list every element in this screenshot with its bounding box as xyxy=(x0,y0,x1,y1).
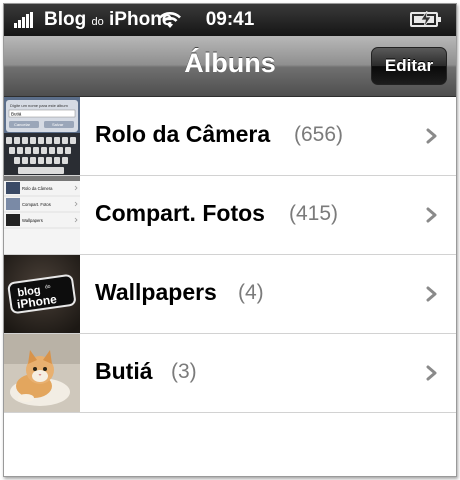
svg-text:Rolo da Câmera: Rolo da Câmera xyxy=(22,186,53,191)
album-row-rolo-da-camera[interactable]: Digite um nome para este álbum Butiá Can… xyxy=(4,97,456,176)
status-clock: 09:41 xyxy=(205,9,255,30)
navigation-bar: Álbuns Editar xyxy=(4,36,456,97)
album-count: (415) xyxy=(289,202,339,225)
svg-text:Butiá: Butiá xyxy=(11,112,22,117)
keyboard-screenshot-thumb: Digite um nome para este álbum Butiá Can… xyxy=(4,97,80,175)
battery-charging-icon xyxy=(410,11,441,27)
svg-text:Compart. Fotos: Compart. Fotos xyxy=(22,202,51,207)
chevron-right-icon xyxy=(426,207,437,223)
album-count: (4) xyxy=(238,281,264,304)
chevron-right-icon xyxy=(426,365,437,381)
album-list: Digite um nome para este álbum Butiá Can… xyxy=(4,97,456,413)
svg-text:do: do xyxy=(45,284,52,291)
kitten-photo-thumb xyxy=(4,334,80,412)
svg-text:Digite um nome para este álbum: Digite um nome para este álbum xyxy=(10,103,68,108)
album-row-compart-fotos[interactable]: Rolo da Câmera Compart. Fotos Wallpapers… xyxy=(4,176,456,255)
album-row-wallpapers[interactable]: blog do iPhone Wallpapers (4) xyxy=(4,255,456,334)
album-name: Butiá xyxy=(95,358,153,384)
album-count: (3) xyxy=(171,360,197,383)
svg-text:Cancelar: Cancelar xyxy=(14,122,31,127)
status-bar: Blog do iPhone 09:41 xyxy=(4,4,456,36)
list-screenshot-thumb: Rolo da Câmera Compart. Fotos Wallpapers xyxy=(4,176,80,254)
svg-text:Wallpapers: Wallpapers xyxy=(22,218,43,223)
album-name: Compart. Fotos xyxy=(95,200,265,226)
chevron-right-icon xyxy=(426,128,437,144)
svg-text:Salvar: Salvar xyxy=(52,122,64,127)
iphone-screen: Blog do iPhone 09:41 Álbuns Editar Digit… xyxy=(3,3,457,477)
album-row-butia[interactable]: Butiá (3) xyxy=(4,334,456,413)
album-name: Wallpapers xyxy=(95,279,217,305)
album-name: Rolo da Câmera xyxy=(95,121,271,147)
edit-button[interactable]: Editar xyxy=(371,47,447,85)
blog-do-iphone-logo-thumb: blog do iPhone xyxy=(4,255,80,333)
chevron-right-icon xyxy=(426,286,437,302)
album-count: (656) xyxy=(294,123,344,146)
